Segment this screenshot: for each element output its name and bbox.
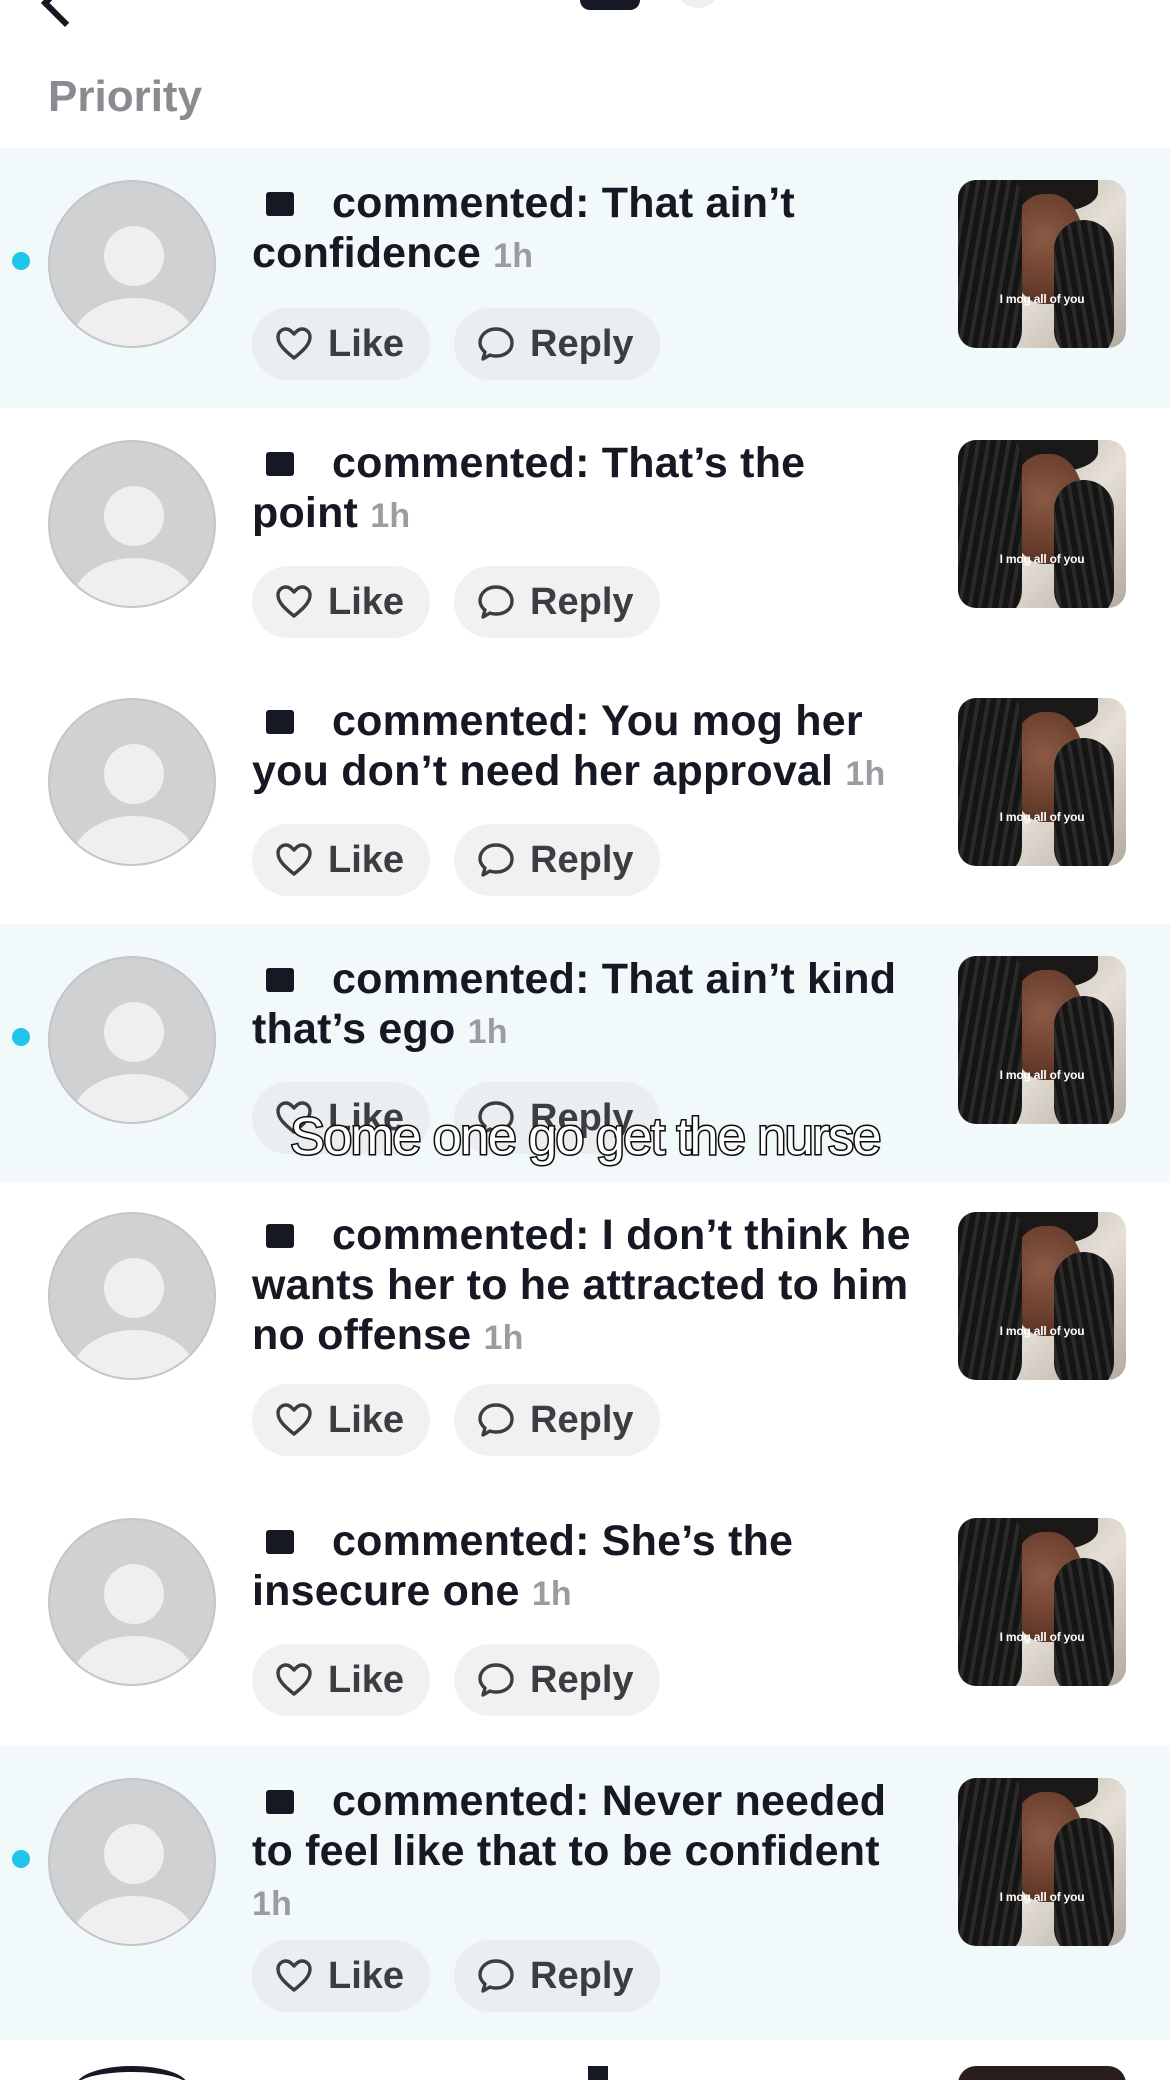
heart-icon	[276, 843, 312, 876]
notification-list: commented: That ain’t confidence 1h Like…	[0, 148, 1170, 2040]
reply-button[interactable]: Reply	[454, 566, 660, 638]
reply-button[interactable]: Reply	[454, 824, 660, 896]
heart-icon	[276, 585, 312, 618]
avatar[interactable]	[48, 1212, 216, 1380]
video-thumbnail	[958, 2066, 1126, 2080]
like-button[interactable]: Like	[252, 1384, 431, 1456]
video-thumbnail[interactable]: I mog all of you	[958, 956, 1126, 1124]
thumbnail-caption: I mog all of you	[999, 1068, 1085, 1082]
reply-button[interactable]: Reply	[454, 1940, 660, 2012]
username-block-icon	[266, 1789, 294, 1814]
video-caption-overlay: Some one go get the nurse	[289, 1107, 883, 1168]
comment-text: commented: Never needed to feel like tha…	[252, 1777, 887, 1923]
thumbnail-caption: I mog all of you	[999, 552, 1085, 566]
comment-text: commented: I don’t think he wants her to…	[252, 1211, 911, 1359]
like-button[interactable]: Like	[252, 308, 431, 380]
notification-item[interactable]: commented: Never needed to feel like tha…	[0, 1746, 1170, 2040]
video-thumbnail[interactable]: I mog all of you	[958, 1778, 1126, 1946]
heart-icon	[276, 1959, 312, 1992]
timestamp: 1h	[370, 497, 411, 535]
avatar	[76, 2066, 188, 2080]
timestamp: 1h	[845, 755, 886, 793]
speech-bubble-icon	[478, 843, 514, 877]
notification-item[interactable]: commented: That’s the point 1h Like Repl…	[0, 408, 1170, 666]
video-thumbnail[interactable]: I mog all of you	[958, 1212, 1126, 1380]
username-block-icon	[266, 451, 294, 476]
section-title: Priority	[48, 72, 203, 121]
back-arrow-icon[interactable]	[40, 0, 90, 28]
thumbnail-caption: I mog all of you	[999, 1324, 1085, 1338]
like-button[interactable]: Like	[252, 566, 431, 638]
header-partial	[0, 0, 1170, 28]
notification-item[interactable]: commented: She’s the insecure one 1h Lik…	[0, 1488, 1170, 1746]
avatar[interactable]	[48, 698, 216, 866]
unread-dot	[12, 1028, 30, 1046]
like-button[interactable]: Like	[252, 1940, 431, 2012]
comment-text: commented: You mog her you don’t need he…	[252, 697, 886, 795]
notification-item[interactable]: commented: You mog her you don’t need he…	[0, 666, 1170, 924]
like-button[interactable]: Like	[252, 824, 431, 896]
timestamp: 1h	[493, 237, 534, 275]
unread-dot	[12, 252, 30, 270]
username-block-icon	[266, 709, 294, 734]
notification-item[interactable]: commented: That ain’t confidence 1h Like…	[0, 148, 1170, 408]
avatar[interactable]	[48, 956, 216, 1124]
avatar[interactable]	[48, 1518, 216, 1686]
notification-item[interactable]: commented: I don’t think he wants her to…	[0, 1182, 1170, 1488]
header-badge-icon	[676, 0, 720, 8]
speech-bubble-icon	[478, 1403, 514, 1437]
header-title-fragment	[480, 0, 660, 10]
video-thumbnail[interactable]: I mog all of you	[958, 440, 1126, 608]
speech-bubble-icon	[478, 327, 514, 361]
thumbnail-caption: I mog all of you	[999, 810, 1085, 824]
heart-icon	[276, 327, 312, 360]
timestamp: 1h	[531, 1575, 572, 1613]
avatar[interactable]	[48, 440, 216, 608]
speech-bubble-icon	[478, 1959, 514, 1993]
username-block-icon	[266, 967, 294, 992]
reply-button[interactable]: Reply	[454, 1384, 660, 1456]
speech-bubble-icon	[478, 585, 514, 619]
avatar[interactable]	[48, 1778, 216, 1946]
reply-button[interactable]: Reply	[454, 308, 660, 380]
video-thumbnail[interactable]: I mog all of you	[958, 698, 1126, 866]
timestamp: 1h	[483, 1319, 524, 1357]
comment-text: commented: That ain’t confidence 1h	[252, 179, 795, 277]
reply-button[interactable]: Reply	[454, 1644, 660, 1716]
heart-icon	[276, 1663, 312, 1696]
speech-bubble-icon	[478, 1663, 514, 1697]
avatar[interactable]	[48, 180, 216, 348]
username-block-icon	[266, 1529, 294, 1554]
video-thumbnail[interactable]: I mog all of you	[958, 180, 1126, 348]
unread-dot	[12, 1850, 30, 1868]
text-fragment	[588, 2066, 608, 2080]
next-item-partial	[0, 2066, 1170, 2080]
username-block-icon	[266, 191, 294, 216]
like-button[interactable]: Like	[252, 1644, 431, 1716]
thumbnail-caption: I mog all of you	[999, 1890, 1085, 1904]
timestamp: 1h	[252, 1885, 293, 1923]
comment-text: commented: That’s the point 1h	[252, 439, 806, 537]
timestamp: 1h	[467, 1013, 508, 1051]
comment-text: commented: That ain’t kind that’s ego 1h	[252, 955, 897, 1053]
video-thumbnail[interactable]: I mog all of you	[958, 1518, 1126, 1686]
heart-icon	[276, 1403, 312, 1436]
thumbnail-caption: I mog all of you	[999, 1630, 1085, 1644]
thumbnail-caption: I mog all of you	[999, 292, 1085, 306]
username-block-icon	[266, 1223, 294, 1248]
comment-text: commented: She’s the insecure one 1h	[252, 1517, 794, 1615]
